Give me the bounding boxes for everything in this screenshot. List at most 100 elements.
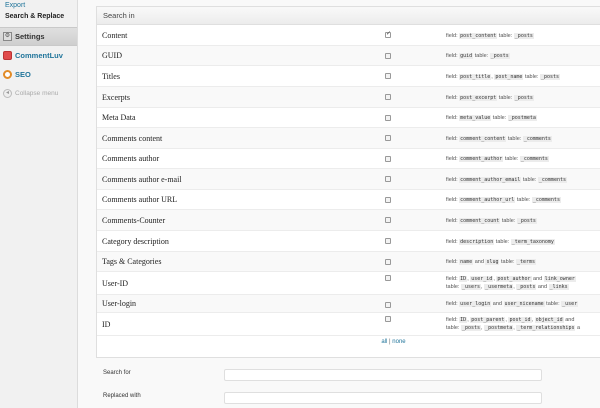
code-token: post_parent bbox=[470, 317, 506, 323]
info-text: field: bbox=[446, 53, 460, 59]
search-in-checkbox[interactable] bbox=[385, 197, 391, 203]
select-none-link[interactable]: none bbox=[392, 339, 405, 345]
info-text: table: bbox=[497, 33, 514, 39]
search-in-row: User-ID field: ID, user_id, post_author a… bbox=[97, 272, 600, 295]
code-token: post_id bbox=[508, 317, 532, 323]
code-token: comment_content bbox=[459, 136, 507, 142]
search-in-row-label: Comments content bbox=[102, 133, 163, 143]
info-text: a bbox=[575, 325, 581, 331]
search-in-checkbox[interactable] bbox=[385, 238, 391, 244]
code-token: ID bbox=[459, 317, 468, 323]
search-in-row: Excerpts field: post_excerpt table: _post… bbox=[97, 87, 600, 108]
info-text: field: bbox=[446, 301, 460, 307]
info-text: field: bbox=[446, 136, 460, 142]
code-token: _posts bbox=[513, 33, 534, 39]
select-all-link[interactable]: all bbox=[381, 339, 387, 345]
search-in-checkbox[interactable] bbox=[385, 115, 391, 121]
search-in-row-label: Titles bbox=[102, 71, 120, 81]
info-text: field: bbox=[446, 95, 460, 101]
code-token: post_content bbox=[459, 33, 498, 39]
info-text: and bbox=[491, 301, 504, 307]
search-for-input[interactable] bbox=[224, 369, 542, 381]
menu-settings[interactable]: ⚙ Settings bbox=[0, 27, 77, 46]
info-text: table: bbox=[497, 95, 514, 101]
info-text: field: bbox=[446, 197, 460, 203]
info-text: table: bbox=[499, 259, 516, 265]
code-token: name bbox=[459, 259, 474, 265]
search-in-row-label: Content bbox=[102, 30, 128, 40]
code-token: slug bbox=[485, 259, 500, 265]
search-in-checkbox[interactable] bbox=[385, 73, 391, 79]
code-token: _posts bbox=[539, 74, 560, 80]
code-token: _terms bbox=[516, 259, 537, 265]
info-text: table: bbox=[521, 177, 538, 183]
submenu-search-replace[interactable]: Search & Replace bbox=[0, 11, 77, 22]
search-in-checkbox[interactable] bbox=[385, 30, 391, 38]
replaced-with-input[interactable] bbox=[224, 392, 542, 404]
code-token: comment_author bbox=[459, 156, 504, 162]
field-table-info: field: post_title, post_name table: _pos… bbox=[446, 73, 560, 81]
field-table-info: field: ID, post_parent, post_id, object_… bbox=[446, 316, 580, 332]
search-in-checkbox[interactable] bbox=[385, 275, 391, 281]
search-in-row-label: Tags & Categories bbox=[102, 257, 162, 266]
info-text: field: bbox=[446, 218, 460, 224]
menu-commentluv-label: CommentLuv bbox=[15, 51, 63, 60]
info-text: field: bbox=[446, 239, 460, 245]
info-text: field: bbox=[446, 317, 460, 323]
search-in-checkbox[interactable] bbox=[385, 316, 391, 322]
select-all-none: all | none bbox=[97, 336, 600, 349]
search-in-checkbox[interactable] bbox=[385, 53, 391, 59]
code-token: _postmeta bbox=[484, 325, 514, 331]
info-text: and bbox=[563, 317, 575, 323]
search-in-checkbox[interactable] bbox=[385, 156, 391, 162]
info-text: table: bbox=[523, 74, 540, 80]
search-in-row: GUID field: guid table: _posts bbox=[97, 46, 600, 66]
info-text: field: bbox=[446, 276, 460, 282]
search-in-checkbox[interactable] bbox=[385, 135, 391, 141]
field-table-info: field: meta_value table: _postmeta bbox=[446, 114, 537, 122]
search-in-row-label: Meta Data bbox=[102, 113, 136, 122]
code-token: _links bbox=[548, 284, 569, 290]
info-text: field: bbox=[446, 74, 460, 80]
menu-commentluv[interactable]: CommentLuv bbox=[0, 46, 77, 65]
code-token: _comments bbox=[522, 136, 552, 142]
search-in-box: Search in Content field: post_content tab… bbox=[96, 6, 600, 358]
search-in-checkbox[interactable] bbox=[385, 302, 391, 308]
code-token: _posts bbox=[513, 95, 534, 101]
search-in-checkbox[interactable] bbox=[385, 176, 391, 182]
search-in-checkbox[interactable] bbox=[385, 217, 391, 223]
code-token: _comments bbox=[537, 177, 567, 183]
search-in-row-label: Category description bbox=[102, 236, 169, 246]
info-text: table: bbox=[491, 115, 508, 121]
search-in-checkbox[interactable] bbox=[385, 94, 391, 100]
search-in-row-label: GUID bbox=[102, 51, 122, 60]
gear-icon: ⚙ bbox=[3, 32, 12, 41]
collapse-menu-label: Collapse menu bbox=[15, 90, 59, 97]
menu-settings-label: Settings bbox=[15, 32, 45, 41]
info-text: field: bbox=[446, 33, 460, 39]
info-text: table: bbox=[473, 53, 490, 59]
heart-icon bbox=[3, 51, 12, 60]
menu-seo[interactable]: SEO bbox=[0, 65, 77, 84]
code-token: guid bbox=[459, 53, 474, 59]
code-token: _postmeta bbox=[507, 115, 537, 121]
info-text: table: bbox=[446, 325, 461, 331]
collapse-icon: ◂ bbox=[3, 89, 12, 98]
code-token: _posts bbox=[460, 325, 482, 331]
code-token: _comments bbox=[519, 156, 549, 162]
submenu-export[interactable]: Export bbox=[0, 0, 77, 11]
collapse-menu-button[interactable]: ◂ Collapse menu bbox=[0, 84, 77, 103]
search-in-checkbox[interactable] bbox=[385, 259, 391, 265]
search-in-row: Comments content field: comment_content t… bbox=[97, 128, 600, 149]
field-table-info: field: comment_count table: _posts bbox=[446, 217, 537, 225]
info-text: table: bbox=[446, 284, 461, 290]
search-in-row: Comments author e-mail field: comment_aut… bbox=[97, 169, 600, 190]
search-in-row: ID field: ID, post_parent, post_id, objec… bbox=[97, 313, 600, 336]
info-text: table: bbox=[503, 156, 520, 162]
code-token: _comments bbox=[531, 197, 561, 203]
info-text: and bbox=[473, 259, 486, 265]
field-table-info: field: guid table: _posts bbox=[446, 52, 510, 60]
info-text: field: bbox=[446, 115, 460, 121]
search-in-row: Meta Data field: meta_value table: _postm… bbox=[97, 108, 600, 128]
code-token: comment_author_url bbox=[459, 197, 516, 203]
